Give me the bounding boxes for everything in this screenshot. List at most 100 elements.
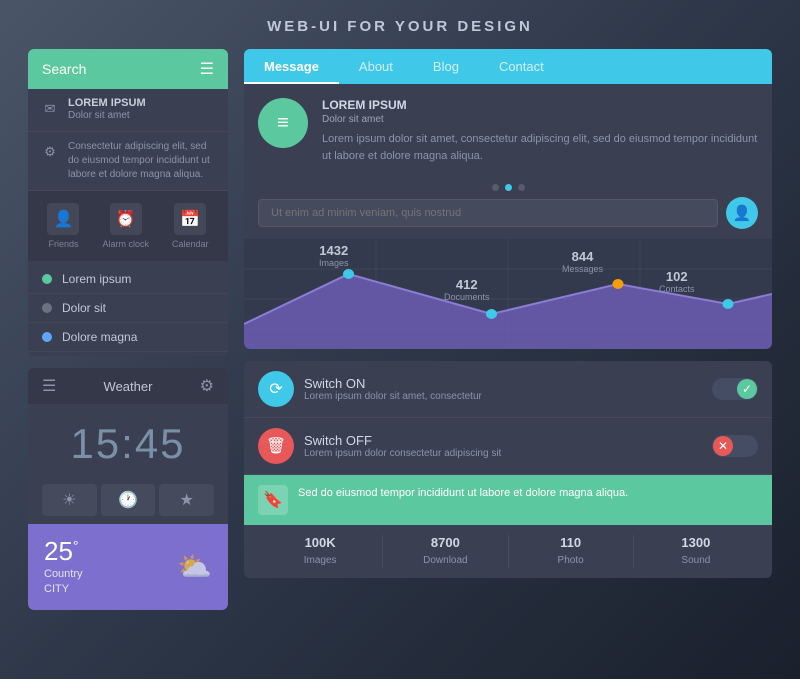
list-items: Lorem ipsum Dolor sit Dolore magna xyxy=(28,261,228,356)
chart-svg xyxy=(244,239,772,349)
switch-on-name: Switch ON xyxy=(304,376,702,391)
alarm-icon-col[interactable]: ⏰ Alarm clock xyxy=(102,203,149,249)
right-column: Message About Blog Contact ≡ LOREM IPSUM… xyxy=(244,49,772,610)
stat-download-label: Download xyxy=(423,555,467,566)
weather-icons-row: ☀ 🕐 ★ xyxy=(28,476,228,524)
alarm-label: Alarm clock xyxy=(102,239,149,249)
weather-temp-row: 25° Country CITY ⛅ xyxy=(28,524,228,610)
sun-icon[interactable]: ☀ xyxy=(42,484,97,516)
tab-blog[interactable]: Blog xyxy=(413,49,479,84)
temp-location: Country CITY xyxy=(44,567,83,598)
calendar-icon-col[interactable]: 📅 Calendar xyxy=(172,203,209,249)
message-avatar: ≡ xyxy=(258,98,308,148)
calendar-label: Calendar xyxy=(172,239,209,249)
search-item-2-text: Consectetur adipiscing elit, sed do eius… xyxy=(68,140,216,182)
list-item-1-text: Lorem ipsum xyxy=(62,272,131,286)
list-item-2[interactable]: Dolor sit xyxy=(28,294,228,323)
hamburger-icon[interactable]: ☰ xyxy=(200,59,214,79)
data-point-3 xyxy=(613,279,624,289)
message-tabs: Message About Blog Contact xyxy=(244,49,772,84)
friends-label: Friends xyxy=(48,239,78,249)
stat-photo: 110 Photo xyxy=(509,535,634,568)
list-item-2-text: Dolor sit xyxy=(62,301,106,315)
stat-images-num: 100K xyxy=(258,535,382,550)
search-input[interactable] xyxy=(258,199,718,227)
stats-row: 100K Images 8700 Download 110 Photo 1300… xyxy=(244,525,772,578)
dot-2-active xyxy=(505,184,512,191)
stat-images: 100K Images xyxy=(258,535,383,568)
switch-panel: ⟳ Switch ON Lorem ipsum dolor sit amet, … xyxy=(244,361,772,578)
mail-icon: ✉ xyxy=(40,99,60,119)
stat-images-label: Images xyxy=(304,555,337,566)
info-bar-text: Sed do eiusmod tempor incididunt ut labo… xyxy=(298,485,628,502)
search-button[interactable]: 👤 xyxy=(726,197,758,229)
switch-off-name: Switch OFF xyxy=(304,433,702,448)
item-1-subtitle: Dolor sit amet xyxy=(68,109,146,123)
bookmark-icon: 🔖 xyxy=(258,485,288,515)
tab-about[interactable]: About xyxy=(339,49,413,84)
message-body: ≡ LOREM IPSUM Dolor sit amet Lorem ipsum… xyxy=(244,84,772,178)
left-column: Search ☰ ✉ LOREM IPSUM Dolor sit amet ⚙ … xyxy=(28,49,228,610)
dot-blue xyxy=(42,332,52,342)
stat-sound: 1300 Sound xyxy=(634,535,758,568)
puzzle-icon: ⚙ xyxy=(40,142,60,162)
switch-on-row: ⟳ Switch ON Lorem ipsum dolor sit amet, … xyxy=(244,361,772,418)
msg-text: Lorem ipsum dolor sit amet, consectetur … xyxy=(322,131,758,164)
stat-download-num: 8700 xyxy=(383,535,507,550)
message-search: 👤 xyxy=(258,197,758,229)
temp-number: 25° xyxy=(44,536,79,566)
message-panel: Message About Blog Contact ≡ LOREM IPSUM… xyxy=(244,49,772,349)
search-header: Search ☰ xyxy=(28,49,228,89)
weather-header: ☰ Weather ⚙ xyxy=(28,368,228,404)
stat-photo-num: 110 xyxy=(509,535,633,550)
msg-title: LOREM IPSUM xyxy=(322,98,758,112)
list-item-1[interactable]: Lorem ipsum xyxy=(28,265,228,294)
toggle-on-knob: ✓ xyxy=(737,379,757,399)
tab-message[interactable]: Message xyxy=(244,49,339,84)
tab-contact[interactable]: Contact xyxy=(479,49,564,84)
toggle-off-knob: ✕ xyxy=(713,436,733,456)
star-icon[interactable]: ★ xyxy=(159,484,214,516)
dot-1 xyxy=(492,184,499,191)
hamburger-weather-icon[interactable]: ☰ xyxy=(42,376,56,396)
search-panel: Search ☰ ✉ LOREM IPSUM Dolor sit amet ⚙ … xyxy=(28,49,228,356)
dot-3 xyxy=(518,184,525,191)
chart-area: 1432 Images 412 Documents 844 Messages 1… xyxy=(244,239,772,349)
friends-icon: 👤 xyxy=(47,203,79,235)
data-point-2 xyxy=(486,309,497,319)
search-item-2[interactable]: ⚙ Consectetur adipiscing elit, sed do ei… xyxy=(28,132,228,191)
switch-off-row: 🗑 Switch OFF Lorem ipsum dolor consectet… xyxy=(244,418,772,475)
weather-title: Weather xyxy=(104,379,153,394)
toggle-off[interactable]: ✕ xyxy=(712,435,758,457)
list-item-3[interactable]: Dolore magna xyxy=(28,323,228,352)
switch-on-info: Switch ON Lorem ipsum dolor sit amet, co… xyxy=(304,376,702,402)
stat-sound-num: 1300 xyxy=(634,535,758,550)
stat-download: 8700 Download xyxy=(383,535,508,568)
page-title: WEB-UI FOR YOUR DESIGN xyxy=(267,18,533,35)
icon-row: 👤 Friends ⏰ Alarm clock 📅 Calendar xyxy=(28,191,228,261)
msg-subtitle: Dolor sit amet xyxy=(322,114,758,125)
toggle-on[interactable]: ✓ xyxy=(712,378,758,400)
gear-weather-icon[interactable]: ⚙ xyxy=(200,376,214,396)
clock-icon[interactable]: 🕐 xyxy=(101,484,156,516)
dot-gray xyxy=(42,303,52,313)
stat-sound-label: Sound xyxy=(681,555,710,566)
message-dots xyxy=(244,178,772,197)
user-search-icon: 👤 xyxy=(733,204,752,222)
switch-on-desc: Lorem ipsum dolor sit amet, consectetur xyxy=(304,391,702,402)
temp-display: 25° Country CITY xyxy=(44,536,83,598)
search-item-1[interactable]: ✉ LOREM IPSUM Dolor sit amet xyxy=(28,89,228,132)
search-item-1-text: LOREM IPSUM Dolor sit amet xyxy=(68,97,146,123)
item-2-subtitle: Consectetur adipiscing elit, sed do eius… xyxy=(68,140,216,182)
friends-icon-col[interactable]: 👤 Friends xyxy=(47,203,79,249)
item-1-title: LOREM IPSUM xyxy=(68,97,146,109)
switch-off-info: Switch OFF Lorem ipsum dolor consectetur… xyxy=(304,433,702,459)
weather-time: 15:45 xyxy=(28,404,228,476)
alarm-icon: ⏰ xyxy=(110,203,142,235)
search-items: ✉ LOREM IPSUM Dolor sit amet ⚙ Consectet… xyxy=(28,89,228,191)
search-title: Search xyxy=(42,61,86,77)
switch-off-icon: 🗑 xyxy=(258,428,294,464)
stat-photo-label: Photo xyxy=(558,555,584,566)
list-item-3-text: Dolore magna xyxy=(62,330,137,344)
cloud-icon: ⛅ xyxy=(177,550,212,583)
